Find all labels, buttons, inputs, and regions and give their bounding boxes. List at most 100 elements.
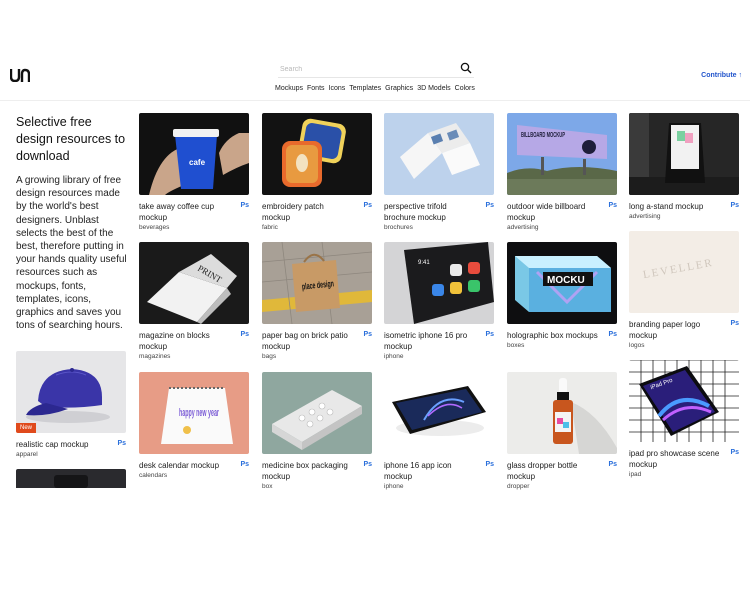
search-input[interactable] [280,63,450,76]
card-title[interactable]: iphone 16 app icon mockup [384,460,476,482]
card-billboard[interactable]: BILLBOARD MOCKUP outdoor wide billboard … [507,113,617,231]
billboard-text: BILLBOARD MOCKUP [521,132,565,139]
nav-icons[interactable]: Icons [329,85,346,92]
card-title[interactable]: paper bag on brick patio mockup [262,330,354,352]
page-title: Selective free design resources to downl… [16,115,126,163]
card-thumbnail[interactable]: cafe [139,113,249,195]
card-title[interactable]: ipad pro showcase scene mockup [629,448,721,470]
card-title[interactable]: isometric iphone 16 pro mockup [384,330,476,352]
photoshop-badge: Ps [608,202,617,209]
card-thumbnail[interactable]: iPad Pro [629,360,739,442]
card-category[interactable]: brochures [384,224,494,231]
card-thumbnail[interactable] [262,113,372,195]
card-thumbnail[interactable] [262,372,372,454]
card-thumbnail[interactable] [384,113,494,195]
nav-colors[interactable]: Colors [455,85,475,92]
card-thumbnail[interactable]: New [16,351,126,433]
card-category[interactable]: beverages [139,224,249,231]
card-thumbnail[interactable]: PRINT [139,242,249,324]
card-dropper-bottle[interactable]: glass dropper bottle mockup dropper Ps [507,372,617,490]
card-paper-logo[interactable]: LEVELLER branding paper logo mockup logo… [629,231,739,349]
photoshop-badge: Ps [730,202,739,209]
card-category[interactable]: iphone [384,353,494,360]
card-iphone-16-pro[interactable]: 9:41 isometric iphone 16 pro mockup ipho… [384,242,494,360]
card-a-stand[interactable]: long a-stand mockup advertising Ps [629,113,739,220]
card-category[interactable]: fabric [262,224,372,231]
card-ipad-pro[interactable]: iPad Pro ipad pro showcase scene mockup … [629,360,739,478]
card-title[interactable]: long a-stand mockup [629,201,721,212]
photoshop-badge: Ps [240,202,249,209]
card-magazine[interactable]: PRINT magazine on blocks mockup magazine… [139,242,249,360]
card-category[interactable]: dropper [507,483,617,490]
card-title[interactable]: perspective trifold brochure mockup [384,201,476,223]
card-category[interactable]: ipad [629,471,739,478]
card-category[interactable]: boxes [507,342,617,349]
card-iphone-app-icon[interactable]: iphone 16 app icon mockup iphone Ps [384,372,494,490]
intro-description: A growing library of free design resourc… [16,175,127,332]
card-category[interactable]: magazines [139,353,249,360]
photoshop-badge: Ps [117,440,126,447]
card-category[interactable]: apparel [16,451,126,458]
photoshop-badge: Ps [730,320,739,327]
card-thumbnail[interactable]: LEVELLER [629,231,739,313]
card-thumbnail[interactable]: MOCKU [507,242,617,324]
card-title[interactable]: holographic box mockups [507,330,599,341]
card-medicine-box[interactable]: medicine box packaging mockup box Ps [262,372,372,490]
card-thumbnail[interactable] [629,113,739,195]
card-title[interactable]: branding paper logo mockup [629,319,721,341]
card-thumbnail[interactable]: 9:41 [384,242,494,324]
card-category[interactable]: iphone [384,483,494,490]
photoshop-badge: Ps [363,461,372,468]
card-thumbnail[interactable] [507,372,617,454]
contribute-link[interactable]: Contribute ↑ [701,72,742,79]
photoshop-badge: Ps [608,331,617,338]
card-category[interactable]: bags [262,353,372,360]
card-embroidery-patch[interactable]: embroidery patch mockup fabric Ps [262,113,372,231]
photoshop-badge: Ps [363,331,372,338]
card-thumbnail[interactable] [16,469,126,488]
card-title[interactable]: embroidery patch mockup [262,201,354,223]
card-paper-bag[interactable]: place design paper bag on brick patio mo… [262,242,372,360]
card-title[interactable]: take away coffee cup mockup [139,201,231,223]
card-category[interactable]: box [262,483,372,490]
card-coffee-cup[interactable]: cafe take away coffee cup mockup beverag… [139,113,249,231]
card-title[interactable]: magazine on blocks mockup [139,330,231,352]
photoshop-badge: Ps [730,449,739,456]
card-thumbnail[interactable]: place design [262,242,372,324]
card-cap[interactable]: New realistic cap mockup apparel Ps [16,351,126,458]
card-category[interactable]: advertising [629,213,739,220]
card-category[interactable]: calendars [139,472,249,479]
nav-templates[interactable]: Templates [349,85,381,92]
card-partial[interactable] [16,469,126,488]
card-title[interactable]: outdoor wide billboard mockup [507,201,599,223]
card-holographic-box[interactable]: MOCKU holographic box mockups boxes Ps [507,242,617,349]
card-category[interactable]: logos [629,342,739,349]
card-title[interactable]: medicine box packaging mockup [262,460,354,482]
photoshop-badge: Ps [363,202,372,209]
card-trifold-brochure[interactable]: perspective trifold brochure mockup broc… [384,113,494,231]
card-title[interactable]: glass dropper bottle mockup [507,460,599,482]
card-category[interactable]: advertising [507,224,617,231]
holo-text: MOCKU [547,275,585,286]
card-title[interactable]: realistic cap mockup [16,439,108,450]
card-thumbnail[interactable] [384,372,494,454]
card-thumbnail[interactable]: BILLBOARD MOCKUP [507,113,617,195]
photoshop-badge: Ps [485,331,494,338]
photoshop-badge: Ps [240,461,249,468]
nav-fonts[interactable]: Fonts [307,85,325,92]
search-icon[interactable] [460,62,472,74]
photoshop-badge: Ps [485,202,494,209]
card-thumbnail[interactable]: happy new year [139,372,249,454]
nav-mockups[interactable]: Mockups [275,85,303,92]
photoshop-badge: Ps [240,331,249,338]
card-title[interactable]: desk calendar mockup [139,460,231,471]
unblast-logo[interactable] [10,68,30,82]
nav-3d-models[interactable]: 3D Models [417,85,450,92]
card-desk-calendar[interactable]: happy new year desk calendar mockup cale… [139,372,249,479]
new-badge: New [16,423,37,433]
category-nav: Mockups Fonts Icons Templates Graphics 3… [275,85,475,92]
nav-graphics[interactable]: Graphics [385,85,413,92]
header-divider [0,100,750,101]
photoshop-badge: Ps [485,461,494,468]
search-bar [278,60,474,78]
